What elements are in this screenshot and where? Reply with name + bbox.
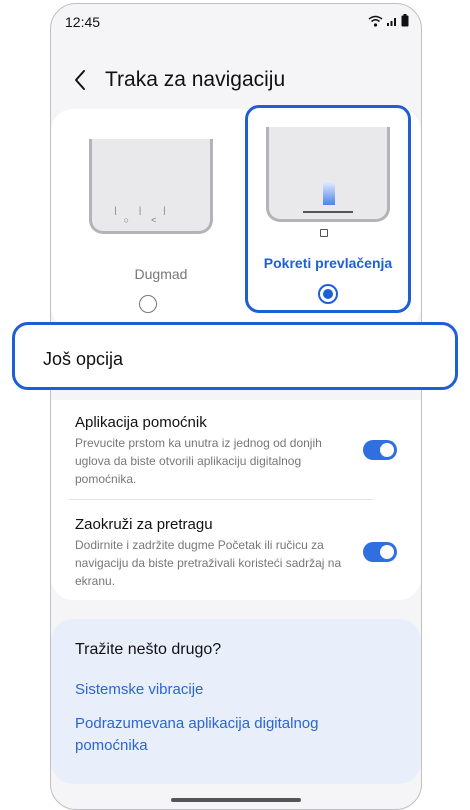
status-time: 12:45 [65, 14, 101, 30]
option-swipe-label: Pokreti prevlačenja [263, 255, 393, 271]
nav-type-selector: |||○< Dugmad Pokreti prevlačenja [51, 105, 421, 329]
buttons-preview: |||○< [89, 139, 213, 234]
nav-buttons-glyphs: |||○< [114, 205, 188, 225]
assistant-toggle[interactable] [363, 440, 397, 460]
swipe-gesture-icon [323, 181, 335, 205]
status-bar: 12:45 [51, 4, 421, 38]
link-system-vibration[interactable]: Sistemske vibracije [75, 679, 375, 701]
phone-frame: 12:45 Traka za navigaciju |||○< Dugmad P… [50, 3, 422, 810]
option-swipe-radio[interactable] [318, 284, 338, 304]
setting-title: Zaokruži za pretragu [75, 516, 213, 533]
option-buttons[interactable]: |||○< Dugmad [81, 109, 241, 313]
link-default-assistant-app[interactable]: Podrazumevana aplikacija digitalnog pomo… [75, 713, 375, 757]
settings-list: Aplikacija pomoćnik Prevucite prstom ka … [51, 400, 421, 600]
divider [69, 499, 373, 500]
more-options-row[interactable]: Još opcija [12, 322, 458, 390]
setting-description: Dodirnite i zadržite dugme Početak ili r… [75, 538, 342, 588]
option-swipe-gestures[interactable]: Pokreti prevlačenja [245, 105, 411, 313]
page-title: Traka za navigaciju [105, 68, 286, 91]
gesture-handle-line [303, 211, 353, 213]
setting-description: Prevucite prstom ka unutra iz jednog od … [75, 436, 322, 486]
signal-icon [387, 17, 396, 26]
option-buttons-radio[interactable] [139, 295, 157, 313]
wifi-icon [368, 15, 383, 27]
option-buttons-label: Dugmad [134, 266, 188, 282]
suggestions-title: Tražite nešto drugo? [75, 641, 222, 658]
page-header: Traka za navigaciju [51, 60, 421, 104]
swipe-preview [266, 127, 390, 222]
home-indicator[interactable] [171, 798, 301, 802]
more-options-label: Još opcija [43, 349, 124, 369]
suggestions-card: Tražite nešto drugo? Sistemske vibracije… [51, 619, 421, 784]
circle-to-search-toggle[interactable] [363, 542, 397, 562]
status-icons [368, 14, 409, 27]
setting-title: Aplikacija pomoćnik [75, 414, 207, 431]
square-indicator-icon [320, 229, 328, 237]
chevron-left-icon[interactable] [71, 68, 91, 92]
setting-row-assistant[interactable]: Aplikacija pomoćnik Prevucite prstom ka … [75, 414, 375, 488]
battery-icon [401, 14, 409, 27]
setting-row-circle-to-search[interactable]: Zaokruži za pretragu Dodirnite i zadržit… [75, 516, 375, 590]
